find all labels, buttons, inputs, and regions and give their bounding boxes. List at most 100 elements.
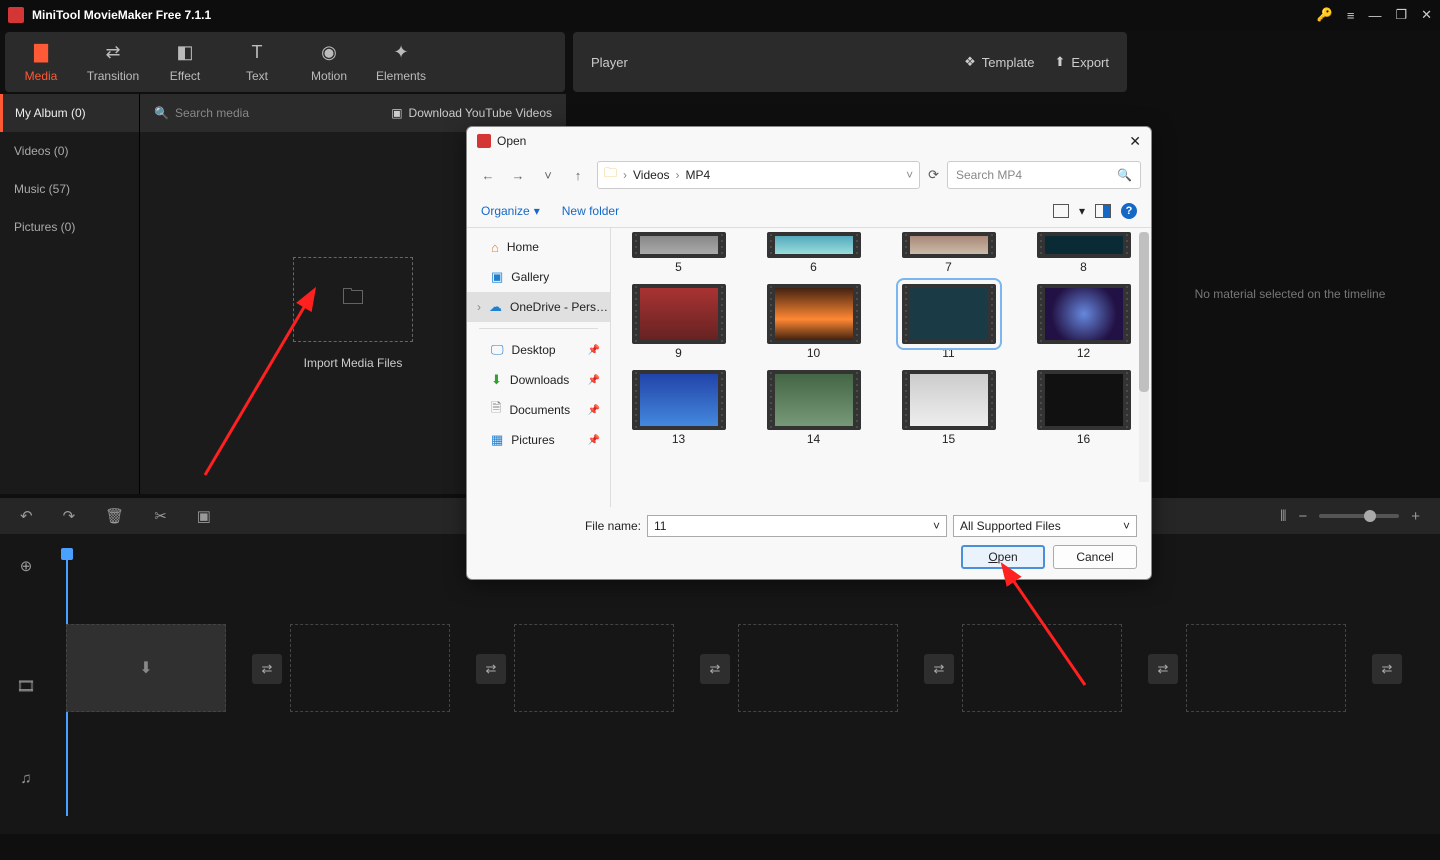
nav-forward-button[interactable]: → xyxy=(507,168,529,183)
tab-media[interactable]: ▇Media xyxy=(5,32,77,92)
transition-slot[interactable]: ⇄ xyxy=(1372,654,1402,684)
file-item[interactable]: 7 xyxy=(891,232,1006,274)
tree-desktop[interactable]: 🖵Desktop📌 xyxy=(467,335,610,365)
tree-home[interactable]: ⌂Home xyxy=(467,232,610,262)
refresh-button[interactable]: ⟳ xyxy=(928,167,939,183)
dialog-search-input[interactable]: Search MP4🔍 xyxy=(947,161,1141,189)
tab-motion[interactable]: ◉ Motion xyxy=(293,32,365,92)
sidebar-pictures[interactable]: Pictures (0) xyxy=(0,208,139,246)
tab-transition[interactable]: ⇄Transition xyxy=(77,32,149,92)
new-folder-button[interactable]: New folder xyxy=(562,204,619,218)
app-title: MiniTool MovieMaker Free 7.1.1 xyxy=(32,8,211,22)
timeline-clip-slot[interactable] xyxy=(514,624,674,712)
organize-menu[interactable]: Organize▾ xyxy=(481,204,540,218)
file-item[interactable]: 10 xyxy=(756,284,871,360)
breadcrumb-bar[interactable]: 🗀› Videos› MP4 ˅ xyxy=(597,161,920,189)
tab-effect[interactable]: ◧Effect xyxy=(149,32,221,92)
file-item-selected[interactable]: 11 xyxy=(891,284,1006,360)
transition-slot[interactable]: ⇄ xyxy=(924,654,954,684)
file-item[interactable]: 6 xyxy=(756,232,871,274)
sidebar-music[interactable]: Music (57) xyxy=(0,170,139,208)
zoom-in-button[interactable]: + xyxy=(1411,508,1420,525)
crop-button[interactable]: ▣ xyxy=(197,507,211,525)
tree-downloads[interactable]: ⬇Downloads📌 xyxy=(467,365,610,395)
split-button[interactable]: ✂ xyxy=(154,507,167,525)
view-mode-button[interactable] xyxy=(1053,204,1069,218)
redo-button[interactable]: ↷ xyxy=(63,507,76,525)
breadcrumb-item[interactable]: MP4 xyxy=(686,168,711,182)
tree-pictures[interactable]: ▦Pictures📌 xyxy=(467,425,610,455)
timeline-clip-slot[interactable] xyxy=(738,624,898,712)
file-name: 10 xyxy=(807,346,820,360)
file-item[interactable]: 5 xyxy=(621,232,736,274)
nav-up-button[interactable]: ↑ xyxy=(567,168,589,183)
help-button[interactable]: ? xyxy=(1121,203,1137,219)
breadcrumb-item[interactable]: Videos xyxy=(633,168,669,182)
timeline-clip-slot[interactable]: ⬇ xyxy=(66,624,226,712)
open-button[interactable]: Open xyxy=(961,545,1045,569)
zoom-out-button[interactable]: − xyxy=(1298,508,1307,525)
tree-gallery[interactable]: ▣Gallery xyxy=(467,262,610,292)
file-item[interactable]: 12 xyxy=(1026,284,1141,360)
file-type-filter[interactable]: All Supported Files˅ xyxy=(953,515,1137,537)
nav-recent-button[interactable]: ˅ xyxy=(537,168,559,183)
import-dropbox[interactable]: 🗀 xyxy=(293,257,413,342)
download-youtube-button[interactable]: ▣Download YouTube Videos xyxy=(391,106,552,120)
undo-button[interactable]: ↶ xyxy=(20,507,33,525)
elements-icon: ✦ xyxy=(393,42,408,63)
filename-input[interactable]: 11˅ xyxy=(647,515,947,537)
transition-slot[interactable]: ⇄ xyxy=(1148,654,1178,684)
tab-text[interactable]: TText xyxy=(221,32,293,92)
magnet-icon[interactable]: ⫴ xyxy=(1280,508,1286,525)
minimize-icon[interactable]: — xyxy=(1368,8,1381,23)
tab-motion-label: Motion xyxy=(311,69,347,83)
file-list-scrollbar[interactable] xyxy=(1139,232,1149,482)
tree-label: Downloads xyxy=(510,373,569,387)
title-bar: MiniTool MovieMaker Free 7.1.1 🔑 ≡ — ❐ ✕ xyxy=(0,0,1440,30)
file-item[interactable]: 9 xyxy=(621,284,736,360)
delete-button[interactable]: 🗑 xyxy=(105,507,124,525)
sidebar-videos[interactable]: Videos (0) xyxy=(0,132,139,170)
tab-elements[interactable]: ✦Elements xyxy=(365,32,437,92)
organize-label: Organize xyxy=(481,204,530,218)
chevron-down-icon[interactable]: ˅ xyxy=(933,519,940,533)
file-item[interactable]: 14 xyxy=(756,370,871,446)
pictures-icon: ▦ xyxy=(491,432,503,448)
transition-slot[interactable]: ⇄ xyxy=(252,654,282,684)
chevron-down-icon[interactable]: ▾ xyxy=(1079,204,1085,218)
timeline-clip-slot[interactable] xyxy=(1186,624,1346,712)
desktop-icon: 🖵 xyxy=(491,342,504,358)
preview-pane-button[interactable] xyxy=(1095,204,1111,218)
search-icon: 🔍 xyxy=(154,106,169,120)
category-tabs: ▇Media ⇄Transition ◧Effect TText ◉ Motion… xyxy=(5,32,565,92)
search-media-input[interactable]: 🔍Search media xyxy=(154,106,249,120)
file-item[interactable]: 8 xyxy=(1026,232,1141,274)
maximize-icon[interactable]: ❐ xyxy=(1395,7,1407,23)
add-track-button[interactable]: ⊕ xyxy=(0,546,52,586)
zoom-slider[interactable] xyxy=(1319,514,1399,518)
transition-slot[interactable]: ⇄ xyxy=(700,654,730,684)
chevron-down-icon[interactable]: ˅ xyxy=(906,168,913,182)
export-button[interactable]: ⬆Export xyxy=(1055,54,1109,70)
sidebar-my-album[interactable]: My Album (0) xyxy=(0,94,139,132)
timeline-clip-slot[interactable] xyxy=(290,624,450,712)
file-item[interactable]: 15 xyxy=(891,370,1006,446)
nav-back-button[interactable]: ← xyxy=(477,168,499,183)
template-label: Template xyxy=(982,55,1035,70)
folder-icon: ▇ xyxy=(34,42,48,63)
close-icon[interactable]: ✕ xyxy=(1421,7,1432,23)
menu-icon[interactable]: ≡ xyxy=(1347,8,1355,23)
transition-slot[interactable]: ⇄ xyxy=(476,654,506,684)
tree-onedrive[interactable]: ›☁OneDrive - Pers… xyxy=(467,292,610,322)
timeline-clip-slot[interactable] xyxy=(962,624,1122,712)
motion-icon: ◉ xyxy=(321,42,337,63)
license-key-icon[interactable]: 🔑 xyxy=(1317,7,1333,23)
file-item[interactable]: 13 xyxy=(621,370,736,446)
file-item[interactable]: 16 xyxy=(1026,370,1141,446)
dialog-title: Open xyxy=(497,134,526,148)
template-button[interactable]: ❖Template xyxy=(964,54,1034,70)
cancel-button[interactable]: Cancel xyxy=(1053,545,1137,569)
dialog-close-button[interactable]: ✕ xyxy=(1129,133,1141,150)
tree-label: Desktop xyxy=(512,343,556,357)
tree-documents[interactable]: 🗎Documents📌 xyxy=(467,395,610,425)
